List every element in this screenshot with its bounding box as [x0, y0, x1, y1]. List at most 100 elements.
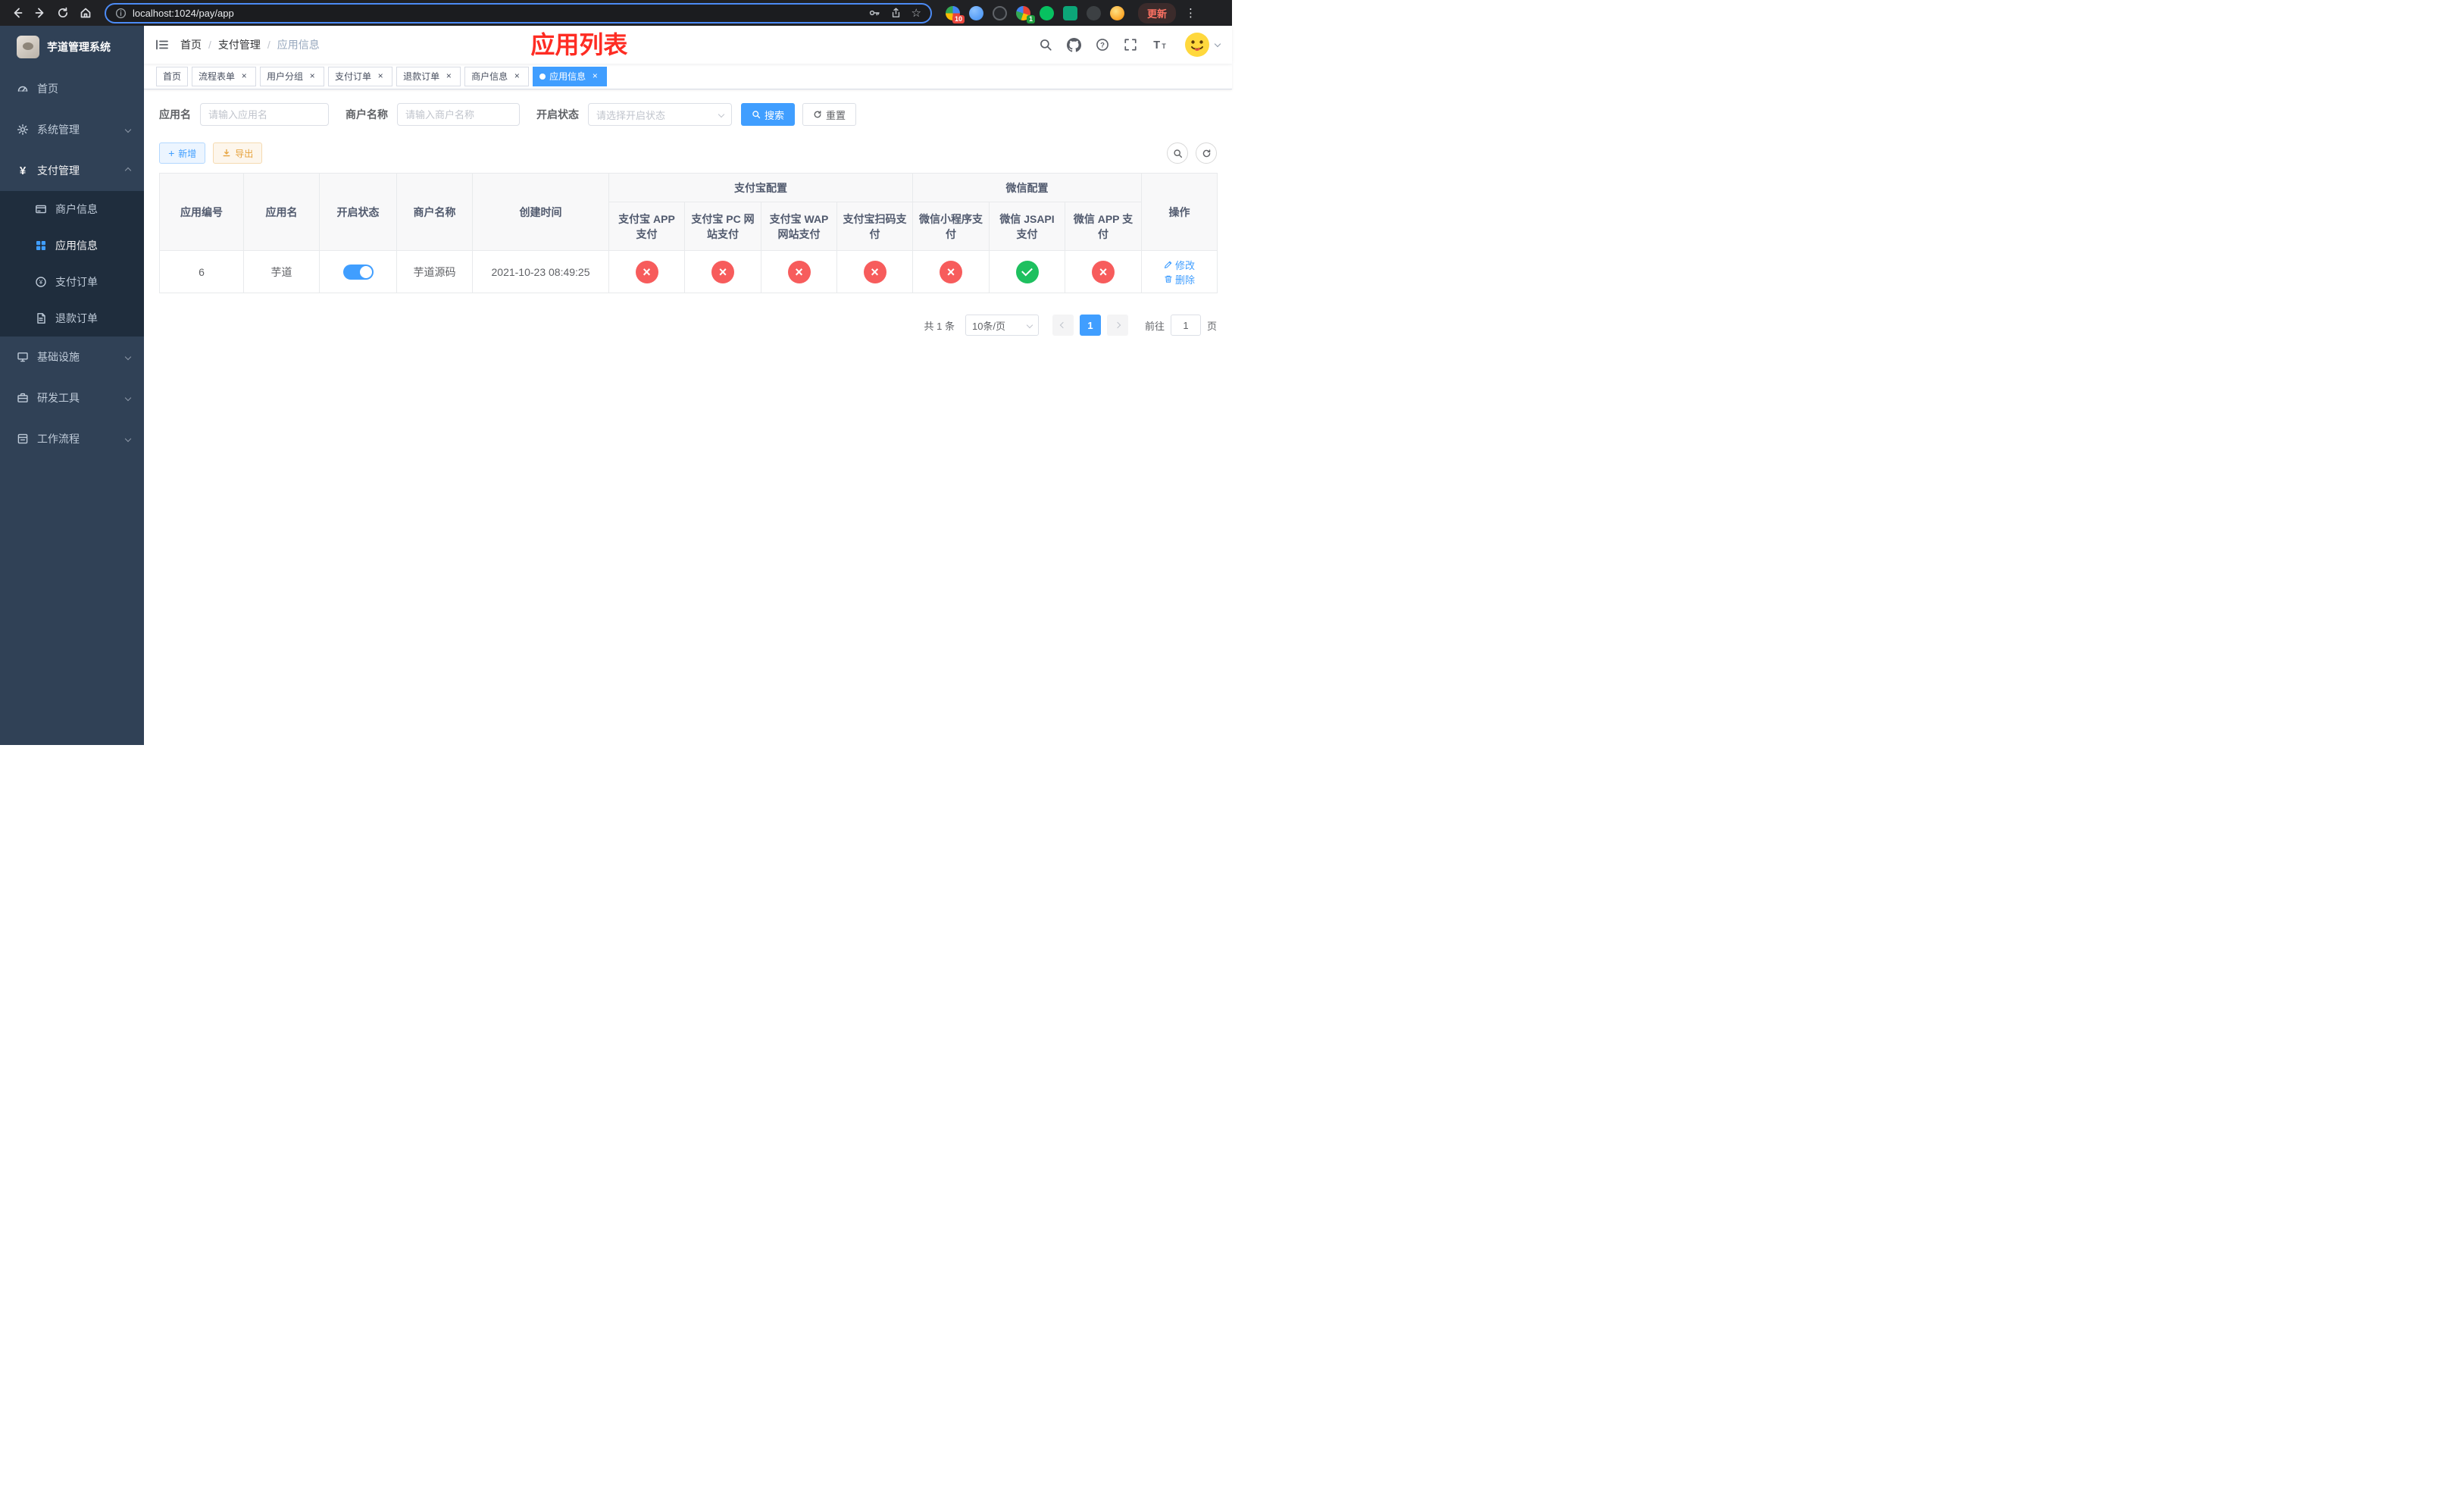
search-button[interactable]: 搜索	[741, 103, 796, 126]
reset-button[interactable]: 重置	[802, 103, 857, 126]
status-select[interactable]: 请选择开启状态	[588, 103, 732, 126]
app-name-label: 应用名	[159, 108, 191, 121]
merchant-name-input[interactable]	[397, 103, 520, 126]
close-icon[interactable]	[239, 71, 249, 82]
page-number-button[interactable]: 1	[1079, 315, 1101, 336]
sidebar-item-workflow[interactable]: 工作流程	[0, 418, 144, 459]
sidebar-item-refund-order[interactable]: 退款订单	[0, 300, 144, 337]
enable-toggle[interactable]	[342, 264, 374, 280]
tag-pay-order[interactable]: 支付订单	[328, 66, 393, 86]
app-name-input[interactable]	[200, 103, 329, 126]
sidebar-item-system[interactable]: 系统管理	[0, 109, 144, 150]
col-group-alipay: 支付宝配置	[608, 173, 913, 202]
sidebar-item-home[interactable]: 首页	[0, 68, 144, 109]
breadcrumb-home[interactable]: 首页	[180, 37, 202, 52]
dashboard-icon	[17, 86, 28, 92]
delete-button[interactable]: 删除	[1164, 272, 1195, 286]
chevron-down-icon	[124, 394, 132, 402]
extension-icon[interactable]	[1110, 5, 1124, 20]
breadcrumb-pay[interactable]: 支付管理	[218, 37, 261, 52]
address-bar[interactable]: localhost:1024/pay/app ☆	[105, 2, 932, 23]
total-count: 共 1 条	[924, 320, 955, 332]
close-icon[interactable]	[443, 71, 454, 82]
search-icon[interactable]	[1039, 38, 1052, 52]
sidebar-toggle-button[interactable]	[144, 26, 180, 64]
sidebar-item-dev-tools[interactable]: 研发工具	[0, 377, 144, 418]
fail-icon	[635, 260, 658, 283]
close-icon[interactable]	[307, 71, 317, 82]
browser-chrome: localhost:1024/pay/app ☆ 10 1 更新 ⋮	[0, 0, 1232, 26]
browser-update-button[interactable]: 更新	[1138, 2, 1177, 23]
back-button[interactable]	[8, 3, 27, 23]
sidebar-item-pay-order[interactable]: ¥ 支付订单	[0, 264, 144, 300]
sidebar-item-app-info[interactable]: 应用信息	[0, 227, 144, 264]
extension-icon[interactable]: 10	[946, 5, 965, 23]
close-icon[interactable]	[589, 71, 600, 82]
tags-view: 首页 流程表单 用户分组 支付订单 退款订单 商户信息 应用信息	[144, 64, 1232, 89]
refresh-icon	[1202, 149, 1210, 157]
fail-icon	[940, 260, 962, 283]
tag-flow-form[interactable]: 流程表单	[192, 66, 257, 86]
col-status: 开启状态	[319, 173, 397, 251]
chevron-left-icon	[1059, 321, 1067, 329]
chevron-down-icon	[1214, 40, 1221, 47]
extension-badge: 1	[1026, 14, 1035, 23]
page-size-select[interactable]: 10条/页	[965, 315, 1039, 336]
col-wx-mini: 微信小程序支付	[912, 202, 990, 251]
gear-icon	[17, 124, 29, 136]
toggle-search-button[interactable]	[1167, 142, 1188, 164]
edit-button[interactable]: 修改	[1164, 258, 1195, 272]
user-avatar[interactable]	[1184, 32, 1221, 58]
tag-merchant-info[interactable]: 商户信息	[464, 66, 530, 86]
prev-page-button[interactable]	[1052, 315, 1074, 336]
tag-refund-order[interactable]: 退款订单	[396, 66, 461, 86]
bookmark-star-icon[interactable]: ☆	[911, 8, 921, 19]
reload-button[interactable]	[53, 3, 73, 23]
help-icon[interactable]: ?	[1096, 38, 1109, 52]
github-icon[interactable]	[1067, 37, 1081, 52]
extension-icon[interactable]	[1040, 5, 1054, 20]
tag-user-group[interactable]: 用户分组	[260, 66, 325, 86]
font-size-icon[interactable]: TT	[1152, 38, 1167, 52]
navbar-actions: ? TT	[1039, 32, 1232, 58]
reload-icon	[58, 7, 68, 18]
site-info-icon[interactable]	[115, 8, 127, 19]
url-text: localhost:1024/pay/app	[133, 7, 234, 19]
chevron-up-icon	[124, 167, 132, 174]
password-key-icon[interactable]	[868, 7, 880, 19]
download-icon	[223, 149, 230, 157]
hamburger-icon	[156, 39, 168, 50]
fullscreen-icon[interactable]	[1124, 38, 1137, 52]
extension-badge: 10	[952, 14, 965, 23]
close-icon[interactable]	[375, 71, 386, 82]
extension-icon[interactable]	[993, 5, 1007, 20]
export-button[interactable]: 导出	[213, 142, 263, 164]
home-button[interactable]	[76, 3, 95, 23]
sidebar-item-pay[interactable]: ¥ 支付管理	[0, 150, 144, 191]
goto-page-input[interactable]	[1170, 315, 1201, 336]
refresh-button[interactable]	[1196, 142, 1217, 164]
extension-icon[interactable]	[1063, 5, 1077, 20]
add-button[interactable]: 新增	[159, 142, 206, 164]
next-page-button[interactable]	[1106, 315, 1128, 336]
forward-button[interactable]	[30, 3, 50, 23]
extension-icon[interactable]: 1	[1016, 5, 1035, 23]
tag-home[interactable]: 首页	[156, 66, 189, 86]
tag-app-info[interactable]: 应用信息	[533, 66, 608, 86]
browser-menu-icon[interactable]: ⋮	[1185, 6, 1196, 20]
pay-order-icon: ¥	[36, 277, 46, 287]
breadcrumb: 首页 支付管理 应用信息	[180, 37, 320, 52]
svg-text:¥: ¥	[39, 279, 43, 286]
col-alipay-pc: 支付宝 PC 网站支付	[684, 202, 761, 251]
share-icon[interactable]	[890, 7, 902, 19]
extension-icon[interactable]	[1087, 5, 1101, 20]
breadcrumb-separator	[267, 39, 270, 51]
app-table: 应用编号 应用名 开启状态 商户名称 创建时间 支付宝配置 微信配置 操作 支付…	[159, 173, 1218, 293]
sidebar-item-merchant-info[interactable]: 商户信息	[0, 191, 144, 227]
col-alipay-wap: 支付宝 WAP 网站支付	[761, 202, 837, 251]
app-logo[interactable]: 芋道管理系统	[0, 26, 144, 68]
fail-icon	[863, 260, 886, 283]
close-icon[interactable]	[511, 71, 522, 82]
sidebar-item-infra[interactable]: 基础设施	[0, 337, 144, 377]
extension-icon[interactable]	[969, 5, 983, 20]
